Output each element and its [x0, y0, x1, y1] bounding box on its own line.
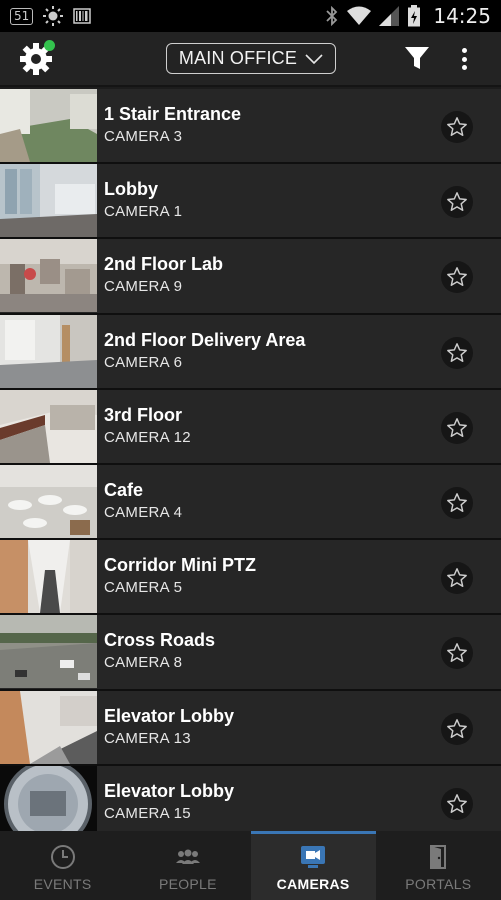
camera-number: CAMERA 3 [104, 128, 183, 145]
location-selector[interactable]: MAIN OFFICE [166, 43, 336, 74]
bluetooth-icon [326, 6, 338, 26]
favorite-star-icon[interactable] [441, 186, 473, 219]
camera-list: 1 Stair Entrance CAMERA 3 Lobby CAMERA 1… [0, 89, 501, 831]
favorite-star-icon[interactable] [441, 787, 473, 820]
camera-thumbnail [0, 615, 97, 689]
camera-number: CAMERA 1 [104, 203, 183, 221]
tab-label: PORTALS [405, 876, 472, 892]
favorite-star-icon[interactable] [441, 712, 473, 745]
battery-icon [408, 5, 421, 27]
camera-name: Cafe [104, 479, 144, 500]
camera-number: CAMERA 9 [104, 278, 183, 296]
camera-thumbnail [0, 314, 97, 388]
favorite-star-icon[interactable] [441, 261, 473, 294]
camera-monitor-icon [301, 846, 326, 868]
bottom-navigation: EVENTS PEOPLE CAMERAS PORTALS [0, 831, 501, 900]
camera-thumbnail [0, 239, 97, 313]
camera-thumbnail [0, 89, 97, 162]
wifi-icon [347, 6, 372, 25]
tab-label: PEOPLE [158, 876, 217, 892]
tab-people[interactable]: PEOPLE [125, 831, 250, 900]
camera-row[interactable]: Elevator Lobby CAMERA 15 [0, 765, 501, 831]
camera-number: CAMERA 15 [104, 804, 191, 822]
status-bar: 51 14:25 [0, 0, 501, 32]
more-options-icon[interactable] [452, 45, 476, 73]
camera-number: CAMERA 13 [104, 729, 191, 747]
tab-cameras[interactable]: CAMERAS [250, 831, 376, 900]
notification-badge: 51 [10, 7, 34, 25]
camera-name: Corridor Mini PTZ [104, 555, 256, 576]
camera-number: CAMERA 5 [104, 579, 183, 597]
camera-thumbnail [0, 464, 97, 538]
app-bar: MAIN OFFICE [0, 32, 501, 87]
camera-name: Elevator Lobby [104, 705, 235, 726]
favorite-star-icon[interactable] [441, 411, 473, 444]
online-status-dot [44, 40, 55, 51]
camera-thumbnail [0, 389, 97, 463]
camera-row[interactable]: Cross Roads CAMERA 8 [0, 615, 501, 691]
tab-label: EVENTS [33, 876, 92, 892]
filter-icon[interactable] [404, 45, 430, 71]
camera-name: Elevator Lobby [104, 780, 235, 801]
camera-thumbnail [0, 765, 97, 831]
camera-row[interactable]: 2nd Floor Lab CAMERA 9 [0, 239, 501, 315]
chevron-down-icon [305, 53, 323, 64]
signal-icon [379, 6, 400, 26]
camera-row[interactable]: 1 Stair Entrance CAMERA 3 [0, 89, 501, 165]
camera-row[interactable]: Corridor Mini PTZ CAMERA 5 [0, 540, 501, 616]
favorite-star-icon[interactable] [441, 562, 473, 595]
tab-portals[interactable]: PORTALS [376, 831, 501, 900]
camera-thumbnail [0, 540, 97, 614]
barcode-icon [73, 8, 92, 24]
clock-icon [50, 845, 75, 869]
camera-name: 2nd Floor Delivery Area [104, 329, 306, 350]
camera-number: CAMERA 12 [104, 428, 191, 446]
favorite-star-icon[interactable] [441, 111, 473, 143]
favorite-star-icon[interactable] [441, 486, 473, 519]
door-icon [430, 845, 447, 869]
camera-name: Lobby [104, 179, 158, 200]
favorite-star-icon[interactable] [441, 637, 473, 670]
camera-thumbnail [0, 164, 97, 238]
camera-row[interactable]: Elevator Lobby CAMERA 13 [0, 690, 501, 766]
camera-number: CAMERA 8 [104, 654, 183, 672]
camera-number: CAMERA 4 [104, 503, 183, 521]
brightness-icon [43, 6, 64, 26]
favorite-star-icon[interactable] [441, 336, 473, 369]
tab-label: CAMERAS [276, 876, 350, 892]
camera-thumbnail [0, 690, 97, 764]
people-icon [175, 849, 200, 864]
tab-events[interactable]: EVENTS [0, 831, 125, 900]
camera-name: 3rd Floor [104, 404, 183, 425]
camera-number: CAMERA 6 [104, 353, 183, 371]
camera-row[interactable]: 3rd Floor CAMERA 12 [0, 389, 501, 465]
camera-name: 1 Stair Entrance [104, 104, 242, 124]
camera-row[interactable]: 2nd Floor Delivery Area CAMERA 6 [0, 314, 501, 390]
clock-time: 14:25 [433, 4, 491, 28]
camera-row[interactable]: Cafe CAMERA 4 [0, 464, 501, 541]
camera-name: Cross Roads [104, 630, 216, 651]
camera-row[interactable]: Lobby CAMERA 1 [0, 164, 501, 240]
location-label: MAIN OFFICE [178, 48, 298, 68]
camera-name: 2nd Floor Lab [104, 254, 223, 275]
